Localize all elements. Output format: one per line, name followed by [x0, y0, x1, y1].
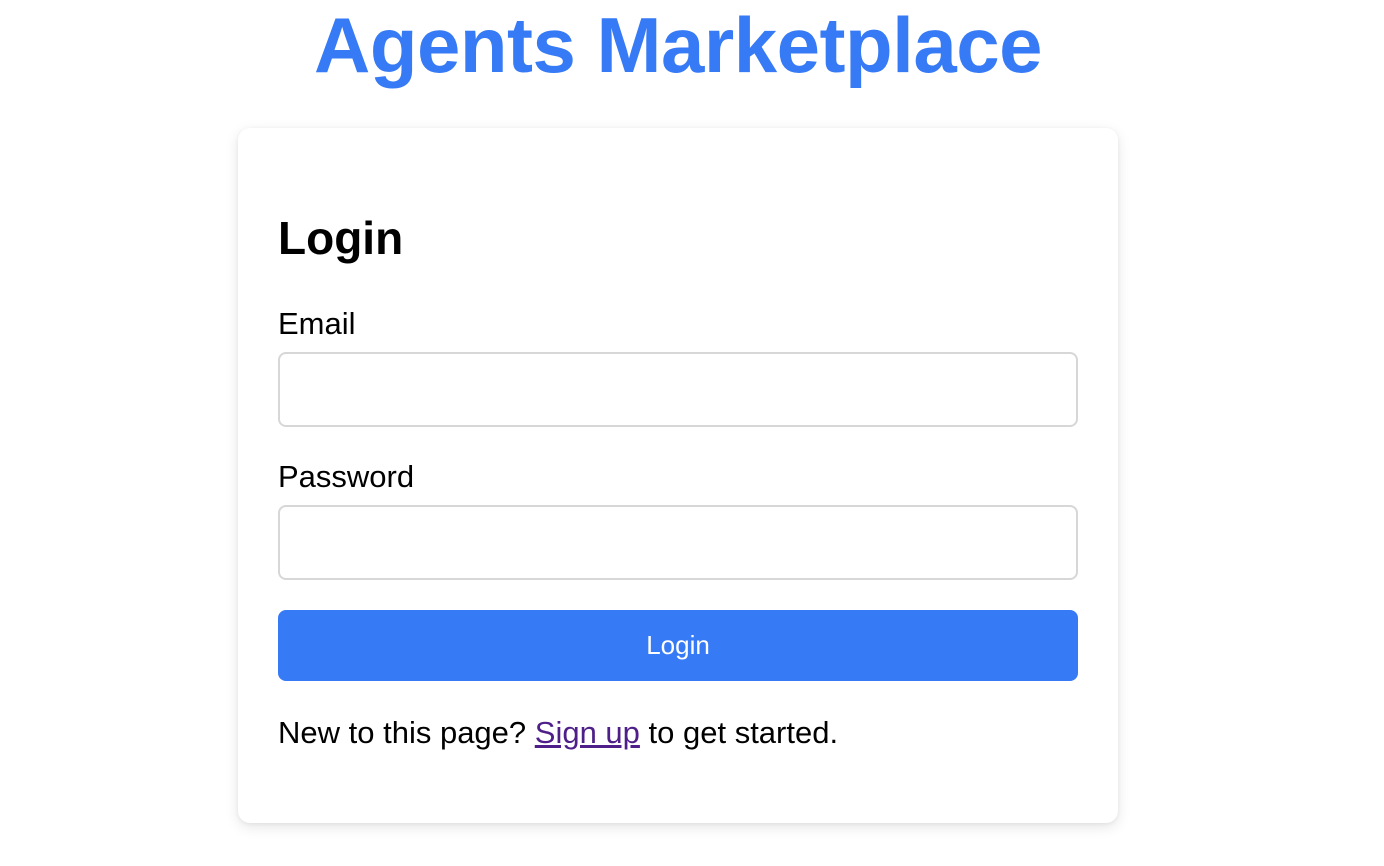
password-field[interactable] — [278, 505, 1078, 580]
login-heading: Login — [278, 212, 404, 264]
login-form: Login Email Password Login New to this p… — [238, 0, 1118, 866]
signup-link[interactable]: Sign up — [535, 715, 640, 750]
password-label: Password — [278, 459, 415, 494]
email-label: Email — [278, 306, 356, 341]
signup-prefix-text: New to this page? — [278, 715, 535, 750]
signup-prompt: New to this page? Sign up to get started… — [278, 713, 838, 753]
signup-suffix-text: to get started. — [639, 715, 839, 750]
login-button[interactable]: Login — [278, 610, 1078, 681]
email-field[interactable] — [278, 352, 1078, 427]
login-page: Agents Marketplace Login Email Password … — [0, 0, 1384, 866]
